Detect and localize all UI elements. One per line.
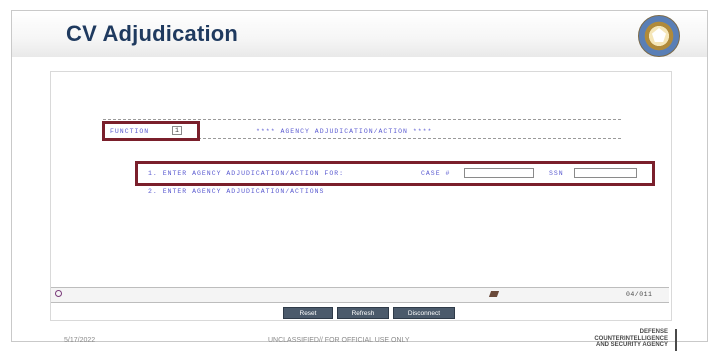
classification-marking: UNCLASSIFIED// FOR OFFICIAL USE ONLY — [268, 337, 410, 344]
agency-divider — [675, 329, 677, 351]
disconnect-button[interactable]: Disconnect — [393, 307, 455, 319]
agency-name: DEFENSE COUNTERINTELLIGENCE AND SECURITY… — [594, 329, 668, 348]
case-number-input[interactable] — [464, 168, 534, 178]
case-label: CASE # — [421, 170, 451, 177]
option-1-text: 1. ENTER AGENCY ADJUDICATION/ACTION FOR: — [148, 170, 345, 177]
slide-header: CV Adjudication — [12, 11, 707, 57]
slide-title: CV Adjudication — [66, 21, 239, 46]
status-bar: 04/011 — [51, 287, 669, 303]
ssn-label: SSN — [549, 170, 564, 177]
ssn-input[interactable] — [574, 168, 637, 178]
function-input[interactable]: 1 — [172, 126, 182, 135]
function-label: FUNCTION — [110, 128, 150, 135]
screen-title: **** AGENCY ADJUDICATION/ACTION **** — [256, 128, 433, 135]
agency-seal-icon — [638, 15, 680, 57]
reset-button[interactable]: Reset — [283, 307, 333, 319]
refresh-button[interactable]: Refresh — [337, 307, 389, 319]
slide-date: 5/17/2022 — [64, 337, 96, 344]
cursor-position: 04/011 — [626, 291, 653, 298]
option-2-text: 2. ENTER AGENCY ADJUDICATION/ACTIONS — [148, 188, 325, 195]
lock-icon — [55, 290, 62, 297]
cursor-icon — [488, 291, 500, 297]
slide: CV Adjudication FUNCTION 1 **** AGENCY A… — [11, 10, 708, 351]
terminal-screen: FUNCTION 1 **** AGENCY ADJUDICATION/ACTI… — [50, 71, 672, 321]
divider — [103, 119, 621, 120]
